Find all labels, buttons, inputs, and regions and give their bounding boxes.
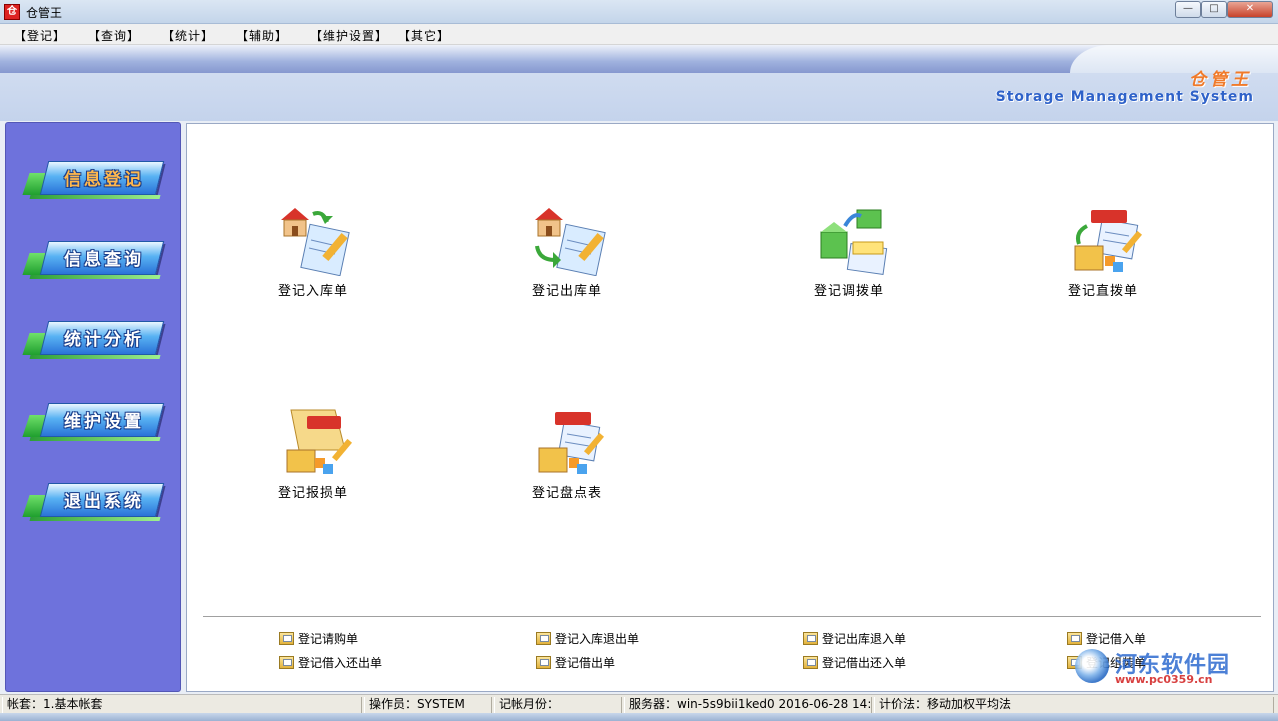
menu-statistics[interactable]: 【统计】 xyxy=(162,27,214,44)
direct-transfer-icon xyxy=(1074,210,1143,272)
form-icon xyxy=(803,632,818,645)
sidebar-item-maintenance[interactable]: 维护设置 xyxy=(22,401,165,445)
status-operator: 操作员：SYSTEM xyxy=(364,697,492,713)
menu-other[interactable]: 【其它】 xyxy=(398,27,450,44)
tile-transfer[interactable]: 登记调拨单 xyxy=(779,206,919,306)
tile-stock-in[interactable]: 登记入库单 xyxy=(243,206,383,306)
status-month: 记帐月份： xyxy=(494,697,622,713)
menu-assist[interactable]: 【辅助】 xyxy=(236,27,288,44)
brand-title-en: Storage Management System xyxy=(995,89,1254,105)
status-server: 服务器：win-5s9bii1ked0 2016-06-28 14:4 xyxy=(624,697,872,713)
link-borrow-in[interactable]: 登记借入单 xyxy=(1067,630,1146,647)
minimize-button[interactable]: — xyxy=(1175,1,1201,18)
status-bar: 帐套：1.基本帐套 操作员：SYSTEM 记帐月份： 服务器：win-5s9bi… xyxy=(0,694,1278,713)
link-purchase-request[interactable]: 登记请购单 xyxy=(279,630,358,647)
tile-label: 登记报损单 xyxy=(277,486,348,501)
sidebar: 信息登记 信息查询 统计分析 维护设置 退出系统 xyxy=(5,122,181,692)
tile-label: 登记直拨单 xyxy=(1067,284,1138,299)
tile-stock-out[interactable]: 登记出库单 xyxy=(497,206,637,306)
sidebar-item-label: 信息查询 xyxy=(64,250,144,270)
main-panel: 登记入库单 登记出库单 登记调拨单 登记直拨单 登记报损单 登记盘点表 登记请购… xyxy=(186,123,1274,692)
link-borrow-in-return[interactable]: 登记借入还出单 xyxy=(279,654,382,671)
tile-label: 登记出库单 xyxy=(531,284,602,299)
form-icon xyxy=(279,632,294,645)
tile-label: 登记盘点表 xyxy=(531,486,602,501)
link-stock-out-return[interactable]: 登记出库退入单 xyxy=(803,630,906,647)
divider xyxy=(203,616,1261,617)
form-icon xyxy=(803,656,818,669)
header-banner: 仓管王 Storage Management System xyxy=(0,45,1278,121)
watermark: 河东软件园 www.pc0359.cn xyxy=(1075,647,1265,687)
sidebar-item-info-query[interactable]: 信息查询 xyxy=(22,239,165,283)
warehouse-in-icon xyxy=(281,208,350,276)
link-stock-in-return[interactable]: 登记入库退出单 xyxy=(536,630,639,647)
menu-query[interactable]: 【查询】 xyxy=(88,27,140,44)
maximize-button[interactable]: □ xyxy=(1201,1,1227,18)
sidebar-item-label: 退出系统 xyxy=(64,492,144,512)
form-icon xyxy=(1067,632,1082,645)
brand-title-cn: 仓管王 xyxy=(1189,70,1252,90)
form-icon xyxy=(536,656,551,669)
sidebar-item-exit[interactable]: 退出系统 xyxy=(22,481,165,525)
window-title: 仓管王 xyxy=(26,6,63,20)
sidebar-item-label: 维护设置 xyxy=(64,412,144,432)
sidebar-item-info-register[interactable]: 信息登记 xyxy=(22,159,165,203)
tile-damage-report[interactable]: 登记报损单 xyxy=(243,408,383,508)
sidebar-item-label: 信息登记 xyxy=(64,170,144,190)
app-icon: 仓 xyxy=(4,4,20,20)
form-icon xyxy=(279,656,294,669)
warehouse-out-icon xyxy=(535,208,606,276)
menu-register[interactable]: 【登记】 xyxy=(14,27,66,44)
menu-bar: 【登记】 【查询】 【统计】 【辅助】 【维护设置】 【其它】 xyxy=(0,24,1278,45)
watermark-url: www.pc0359.cn xyxy=(1115,673,1213,686)
taskbar-strip xyxy=(0,713,1278,721)
form-icon xyxy=(536,632,551,645)
menu-maintenance[interactable]: 【维护设置】 xyxy=(310,27,388,44)
watermark-logo-icon xyxy=(1075,649,1109,683)
transfer-icon xyxy=(820,209,888,275)
status-pricing-method: 计价法：移动加权平均法 xyxy=(874,697,1274,713)
tile-label: 登记调拨单 xyxy=(813,284,884,299)
tile-label: 登记入库单 xyxy=(277,284,348,299)
tile-inventory-check[interactable]: 登记盘点表 xyxy=(497,408,637,508)
inventory-check-icon xyxy=(538,412,605,474)
title-bar: 仓 仓管王 — □ ✕ xyxy=(0,0,1278,24)
sidebar-item-label: 统计分析 xyxy=(64,330,144,350)
close-button[interactable]: ✕ xyxy=(1227,1,1273,18)
tile-direct-transfer[interactable]: 登记直拨单 xyxy=(1033,206,1173,306)
link-borrow-out[interactable]: 登记借出单 xyxy=(536,654,615,671)
status-account: 帐套：1.基本帐套 xyxy=(2,697,362,713)
sidebar-item-statistics[interactable]: 统计分析 xyxy=(22,319,165,363)
damage-report-icon xyxy=(286,409,353,474)
link-borrow-out-return[interactable]: 登记借出还入单 xyxy=(803,654,906,671)
